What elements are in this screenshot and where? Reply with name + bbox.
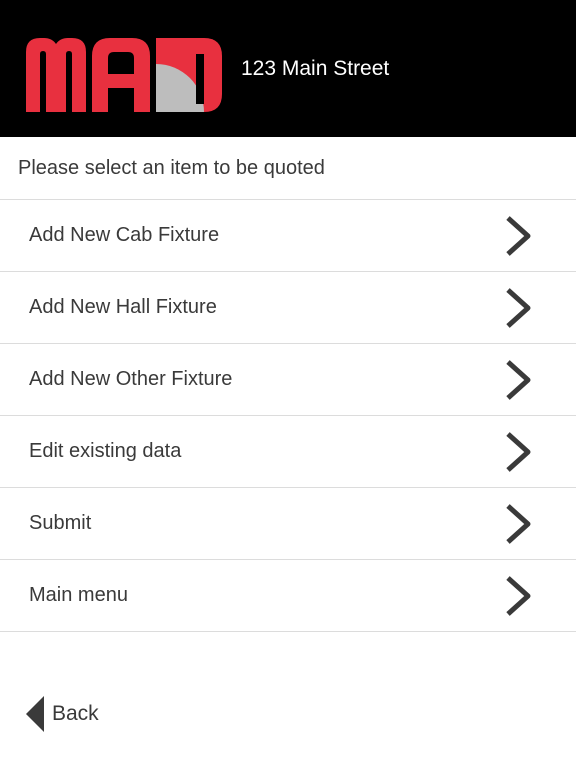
instruction-bar: Please select an item to be quoted bbox=[0, 137, 576, 200]
back-label: Back bbox=[52, 702, 99, 725]
menu-item-label: Add New Other Fixture bbox=[29, 368, 233, 390]
chevron-right-icon bbox=[506, 504, 531, 544]
menu-item-edit-existing-data[interactable]: Edit existing data bbox=[0, 416, 576, 488]
menu-item-label: Edit existing data bbox=[29, 440, 182, 462]
location-address: 123 Main Street bbox=[241, 57, 390, 80]
back-button[interactable]: Back bbox=[26, 696, 116, 732]
chevron-right-icon bbox=[506, 288, 531, 328]
chevron-right-icon bbox=[506, 360, 531, 400]
chevron-right-icon bbox=[506, 576, 531, 616]
menu-item-label: Submit bbox=[29, 512, 92, 534]
menu-item-main-menu[interactable]: Main menu bbox=[0, 560, 576, 632]
menu-item-label: Main menu bbox=[29, 584, 128, 606]
menu-item-label: Add New Hall Fixture bbox=[29, 296, 217, 318]
menu-item-submit[interactable]: Submit bbox=[0, 488, 576, 560]
instruction-text: Please select an item to be quoted bbox=[18, 157, 325, 179]
mad-logo bbox=[26, 38, 222, 112]
menu-item-label: Add New Cab Fixture bbox=[29, 224, 220, 246]
chevron-right-icon bbox=[506, 216, 531, 256]
menu-item-add-hall-fixture[interactable]: Add New Hall Fixture bbox=[0, 272, 576, 344]
triangle-left-icon bbox=[26, 696, 44, 732]
chevron-right-icon bbox=[506, 432, 531, 472]
menu-item-add-other-fixture[interactable]: Add New Other Fixture bbox=[0, 344, 576, 416]
menu-item-add-cab-fixture[interactable]: Add New Cab Fixture bbox=[0, 200, 576, 272]
quote-menu: Add New Cab Fixture Add New Hall Fixture… bbox=[0, 200, 576, 632]
app-header: 123 Main Street bbox=[0, 0, 576, 137]
